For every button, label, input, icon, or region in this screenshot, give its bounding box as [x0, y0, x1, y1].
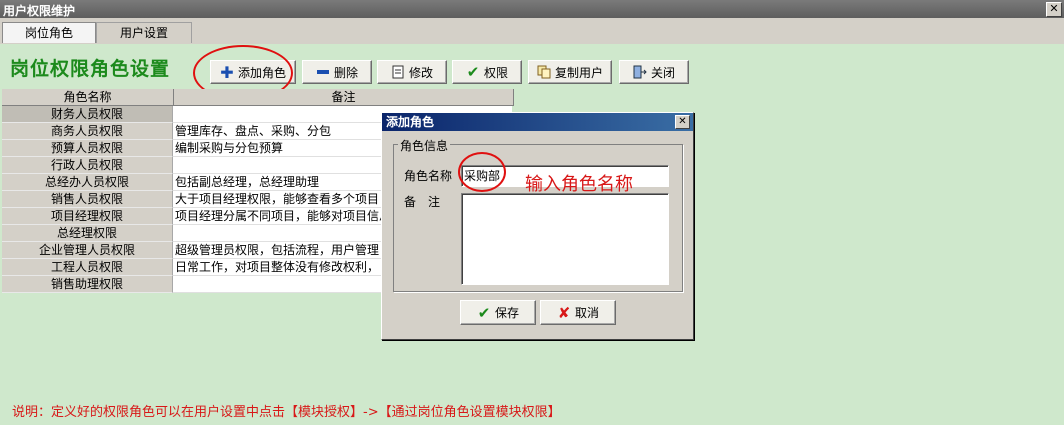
page-title: 岗位权限角色设置	[10, 58, 171, 80]
column-header-name[interactable]: 角色名称	[2, 89, 174, 105]
dialog-titlebar: 添加角色 ✕	[382, 113, 693, 131]
dialog-close-icon[interactable]: ✕	[675, 115, 690, 129]
column-header-note[interactable]: 备注	[174, 89, 514, 105]
role-name-cell: 销售助理权限	[2, 276, 173, 293]
hint-text: 输入角色名称	[525, 174, 633, 195]
checkmark-icon: ✔	[477, 303, 491, 322]
role-name-cell: 工程人员权限	[2, 259, 173, 276]
add-role-label: 添加角色	[237, 65, 286, 80]
window-title: 用户权限维护	[3, 4, 76, 18]
save-label: 保存	[494, 306, 519, 320]
role-name-cell: 项目经理权限	[2, 208, 173, 225]
delete-label: 删除	[333, 65, 358, 80]
role-name-cell: 预算人员权限	[2, 140, 173, 157]
role-name-cell: 总经办人员权限	[2, 174, 173, 191]
add-role-dialog: 添加角色 ✕ 角色信息 角色名称 采购部 备 注 ✔ 保存 ✘ 取消	[381, 112, 694, 340]
remark-label: 备 注	[404, 195, 441, 209]
cancel-button[interactable]: ✘ 取消	[540, 300, 616, 325]
plus-icon: ✚	[220, 62, 234, 82]
edit-label: 修改	[408, 65, 433, 80]
role-name-cell: 企业管理人员权限	[2, 242, 173, 259]
role-name-cell: 行政人员权限	[2, 157, 173, 174]
tab-bar: 岗位角色 用户设置	[0, 20, 1064, 44]
add-role-button[interactable]: ✚ 添加角色	[210, 60, 296, 84]
remark-textarea[interactable]	[461, 193, 669, 285]
permission-label: 权限	[483, 65, 508, 80]
dialog-title: 添加角色	[386, 115, 435, 129]
tab-user-settings[interactable]: 用户设置	[96, 22, 192, 43]
cancel-label: 取消	[574, 306, 599, 320]
role-name-cell: 销售人员权限	[2, 191, 173, 208]
edit-document-icon	[391, 65, 405, 79]
instruction-note: 说明：定义好的权限角色可以在用户设置中点击【模块授权】->【通过岗位角色设置模块…	[12, 405, 561, 420]
delete-button[interactable]: 删除	[302, 60, 372, 84]
role-name-cell: 总经理权限	[2, 225, 173, 242]
edit-button[interactable]: 修改	[377, 60, 447, 84]
table-header: 角色名称 备注	[2, 89, 514, 106]
window-titlebar: 用户权限维护 ✕	[0, 0, 1064, 18]
copy-user-button[interactable]: 复制用户	[528, 60, 612, 84]
cross-icon: ✘	[557, 303, 571, 322]
close-label: 关闭	[650, 65, 675, 80]
minus-icon	[316, 65, 330, 79]
checkmark-icon: ✔	[466, 63, 480, 81]
role-name-label: 角色名称	[404, 169, 453, 183]
copy-user-label: 复制用户	[554, 65, 603, 80]
window-close-icon[interactable]: ✕	[1046, 2, 1062, 17]
copy-icon	[537, 65, 551, 79]
exit-door-icon	[633, 65, 647, 79]
save-button[interactable]: ✔ 保存	[460, 300, 536, 325]
role-info-group: 角色信息 角色名称 采购部 备 注	[393, 137, 683, 292]
role-name-cell: 商务人员权限	[2, 123, 173, 140]
role-name-cell: 财务人员权限	[2, 106, 173, 123]
permission-button[interactable]: ✔ 权限	[452, 60, 522, 84]
close-button[interactable]: 关闭	[619, 60, 689, 84]
tab-role[interactable]: 岗位角色	[2, 22, 96, 43]
group-label: 角色信息	[398, 137, 451, 154]
